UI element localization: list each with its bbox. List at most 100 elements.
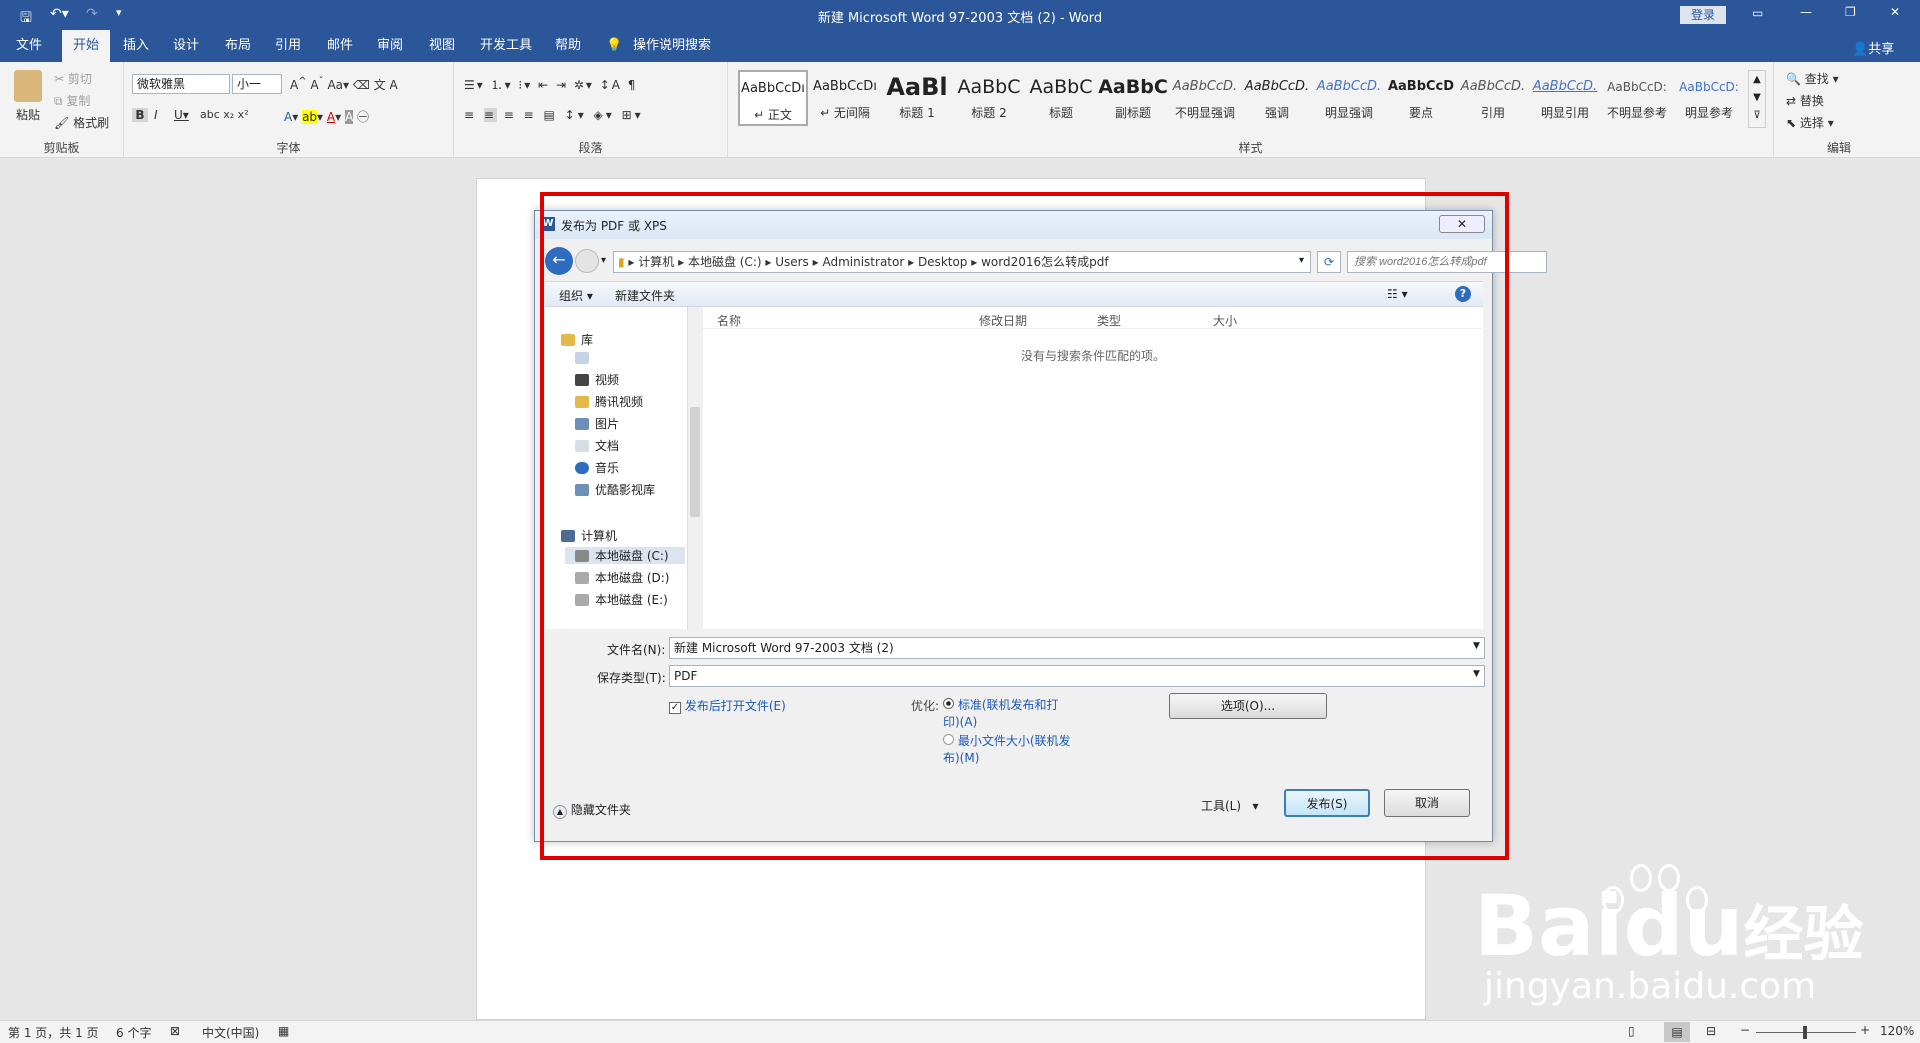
close-icon[interactable]: ✕ <box>1890 5 1900 19</box>
style-heading2[interactable]: AaBbC 标题 2 <box>954 70 1024 126</box>
style-quote[interactable]: AaBbCcD. 引用 <box>1458 70 1528 126</box>
format-painter-button[interactable]: 🖌 格式刷 <box>54 114 109 131</box>
text-effects-highlight-color-icons[interactable]: A▾ ab▾ A▾ A ㊀ <box>284 108 369 125</box>
language[interactable]: 中文(中国) <box>202 1024 259 1041</box>
style-sample: AaBbCcD. <box>1172 79 1238 94</box>
status-bar: 第 1 页，共 1 页 6 个字 ⊠ 中文(中国) ▦ ▯ ▤ ⊟ − + 12… <box>0 1020 1920 1043</box>
paste-button[interactable]: 粘贴 <box>16 106 40 123</box>
style-sample: AaBbCcD: <box>1679 80 1739 94</box>
watermark-brand-b: du <box>1623 877 1744 975</box>
find-label: 查找 <box>1804 72 1829 86</box>
zoom-slider-thumb[interactable] <box>1803 1026 1807 1039</box>
style-no-spacing[interactable]: AaBbCcDı ↵ 无间隔 <box>810 70 880 126</box>
cursor-icon: ⬉ <box>1786 116 1797 130</box>
paste-icon[interactable] <box>14 70 42 102</box>
underline-icon[interactable]: U▾ <box>174 108 189 122</box>
bold-icon[interactable]: B <box>132 108 148 122</box>
tab-mailings[interactable]: 邮件 <box>320 30 360 62</box>
tab-review[interactable]: 审阅 <box>370 30 410 62</box>
style-emphasis[interactable]: AaBbCcD. 强调 <box>1242 70 1312 126</box>
style-name: ↵ 正文 <box>754 108 792 122</box>
tab-layout[interactable]: 布局 <box>218 30 258 62</box>
font-size-select[interactable]: 小一 <box>232 74 282 94</box>
style-title[interactable]: AaBbC 标题 <box>1026 70 1096 126</box>
replace-label: 替换 <box>1799 94 1824 108</box>
cut-label: 剪切 <box>67 72 92 86</box>
style-sample: AaBbC <box>957 76 1021 98</box>
style-sample: AaBbC <box>1029 76 1093 98</box>
select-button[interactable]: ⬉ 选择 ▾ <box>1786 114 1834 131</box>
ribbon-display-icon[interactable]: ▭ <box>1752 6 1763 20</box>
replace-icon: ⇄ <box>1786 94 1797 108</box>
window-title: 新建 Microsoft Word 97-2003 文档 (2) - Word <box>817 11 1103 26</box>
style-name: 明显参考 <box>1684 106 1733 120</box>
style-name: 标题 2 <box>971 106 1007 120</box>
style-sample: AaBbCcD. <box>1460 79 1526 94</box>
tab-help[interactable]: 帮助 <box>548 30 588 62</box>
person-icon: 👤 <box>1852 42 1869 57</box>
tab-home[interactable]: 开始 <box>62 30 110 62</box>
editing-label: 编辑 <box>1826 141 1851 155</box>
list-indent-icons[interactable]: ☰▾ ⒈▾ ⁝▾ ⇤ ⇥ ✲▾ ↕A ¶ <box>464 76 637 93</box>
print-layout-icon[interactable]: ▤ <box>1664 1022 1690 1042</box>
web-layout-icon[interactable]: ⊟ <box>1706 1024 1716 1038</box>
restore-icon[interactable]: ❐ <box>1845 5 1856 19</box>
style-name: 标题 <box>1048 106 1073 120</box>
editing-group: 🔍 查找 ▾ ⇄ 替换 ⬉ 选择 ▾ 编辑 <box>1774 62 1904 158</box>
read-mode-icon[interactable]: ▯ <box>1628 1024 1635 1038</box>
brush-icon: 🖌 <box>54 116 70 130</box>
search-icon: 🔍 <box>1786 72 1801 86</box>
tab-references[interactable]: 引用 <box>268 30 308 62</box>
tell-me-search[interactable]: 操作说明搜索 <box>632 30 712 62</box>
ribbon: 粘贴 ✂ 剪切 ⧉ 复制 🖌 格式刷 剪贴板 微软雅黑 小一 A^ Aˇ Aa▾… <box>0 62 1920 158</box>
tab-view[interactable]: 视图 <box>422 30 462 62</box>
strikethrough-subscript-icons[interactable]: abc x₂ x² <box>200 108 249 121</box>
macro-icon[interactable]: ▦ <box>278 1024 289 1038</box>
style-intense-emphasis[interactable]: AaBbCcD. 明显强调 <box>1314 70 1384 126</box>
share-button[interactable]: 👤共享 <box>1852 38 1894 57</box>
italic-icon[interactable]: I <box>154 108 158 122</box>
highlight-box <box>540 192 1509 860</box>
tab-design[interactable]: 设计 <box>166 30 206 62</box>
alignment-icons[interactable]: ≡ ≡ ≡ ≡ ▤ ↕▾ ◈▾ ⊞▾ <box>464 108 644 122</box>
style-intense-reference[interactable]: AaBbCcD: 明显参考 <box>1674 70 1744 126</box>
style-subtle-reference[interactable]: AaBbCcD: 不明显参考 <box>1602 70 1672 126</box>
font-name-select[interactable]: 微软雅黑 <box>132 74 230 94</box>
style-intense-quote[interactable]: AaBbCcD. 明显引用 <box>1530 70 1600 126</box>
style-normal[interactable]: AaBbCcDı ↵ 正文 <box>738 70 808 126</box>
styles-scroll[interactable]: ▲ ▼ ⊽ <box>1748 70 1766 128</box>
clipboard-label: 剪贴板 <box>43 141 80 155</box>
page-count[interactable]: 第 1 页，共 1 页 <box>8 1024 99 1041</box>
style-strong[interactable]: AaBbCcD 要点 <box>1386 70 1456 126</box>
style-sample: AaBl <box>886 73 948 101</box>
tab-file[interactable]: 文件 <box>10 30 48 62</box>
copy-label: 复制 <box>66 94 91 108</box>
style-subtle-emphasis[interactable]: AaBbCcD. 不明显强调 <box>1170 70 1240 126</box>
style-name: 副标题 <box>1114 106 1151 120</box>
minimize-icon[interactable]: — <box>1800 5 1812 19</box>
find-button[interactable]: 🔍 查找 ▾ <box>1786 70 1839 87</box>
style-sample: AaBbCcD <box>1387 79 1455 94</box>
style-heading1[interactable]: AaBl 标题 1 <box>882 70 952 126</box>
style-subtitle[interactable]: AaBbC 副标题 <box>1098 70 1168 126</box>
tab-insert[interactable]: 插入 <box>116 30 156 62</box>
copy-button[interactable]: ⧉ 复制 <box>54 92 90 109</box>
replace-button[interactable]: ⇄ 替换 <box>1786 92 1824 109</box>
tab-developer[interactable]: 开发工具 <box>474 30 538 62</box>
zoom-in-icon[interactable]: + <box>1860 1023 1870 1037</box>
font-grow-shrink-icons[interactable]: A^ Aˇ Aa▾ ⌫ 文 A <box>290 76 398 93</box>
style-sample: AaBbCcDı <box>813 79 877 94</box>
zoom-out-icon[interactable]: − <box>1740 1023 1750 1037</box>
word-count[interactable]: 6 个字 <box>116 1024 151 1041</box>
font-group: 微软雅黑 小一 A^ Aˇ Aa▾ ⌫ 文 A B I U▾ abc x₂ x²… <box>124 62 454 158</box>
cut-button[interactable]: ✂ 剪切 <box>54 70 92 87</box>
style-sample: AaBbCcD. <box>1244 79 1310 94</box>
scissors-icon: ✂ <box>54 72 65 86</box>
login-button[interactable]: 登录 <box>1680 6 1726 24</box>
style-sample: AaBbCcD: <box>1607 80 1667 94</box>
proofing-icon[interactable]: ⊠ <box>170 1024 180 1038</box>
style-name: 标题 1 <box>899 106 935 120</box>
style-name: 不明显强调 <box>1174 106 1235 120</box>
ribbon-tabs: 文件 开始 插入 设计 布局 引用 邮件 审阅 视图 开发工具 帮助 💡 操作说… <box>0 30 1920 62</box>
zoom-level[interactable]: 120% <box>1880 1024 1914 1038</box>
